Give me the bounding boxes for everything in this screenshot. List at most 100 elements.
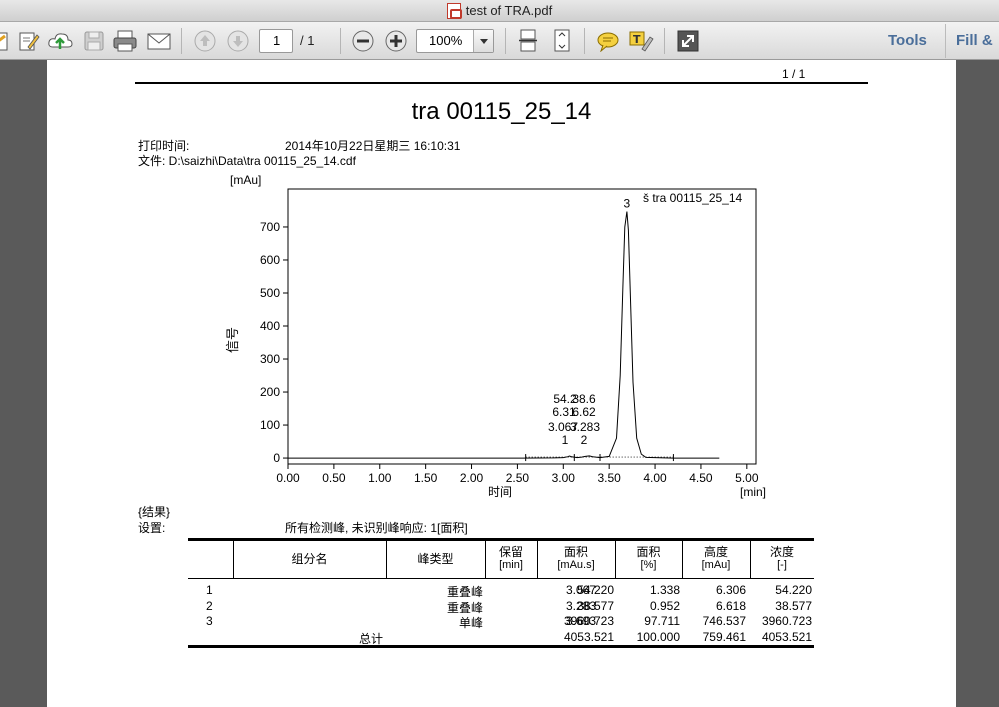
results-label: {结果} (138, 505, 171, 519)
row-cell: 6.618 (715, 598, 746, 613)
header-line1: 浓度 (769, 545, 794, 559)
peak-1-id: 1 (562, 433, 569, 447)
fit-page-icon[interactable] (548, 27, 576, 55)
row-cell: 54.220 (775, 583, 812, 597)
highlight-text-icon[interactable]: T (627, 27, 655, 55)
row-cell: 重叠峰 (446, 585, 483, 599)
total-label: 总计 (359, 631, 384, 646)
next-page-icon[interactable] (224, 27, 252, 55)
peak-3-id: 3 (624, 197, 631, 211)
fill-sign-pane-button[interactable]: Fill & (956, 32, 993, 49)
table-header-cell: 面积 [mAu.s] (537, 546, 615, 572)
y-tick-label: 700 (260, 220, 280, 234)
x-tick-label: 4.50 (689, 471, 713, 485)
y-tick-label: 500 (260, 286, 280, 300)
header-line1: 面积 (563, 545, 588, 559)
row-cell: 1.338 (649, 583, 680, 597)
toolbar: 1 / 1 100% T Tools Fill & (0, 22, 999, 60)
svg-text:T: T (633, 33, 641, 46)
table-bottom-rule (188, 645, 814, 648)
x-tick-label: 0.50 (322, 471, 346, 485)
pdf-file-icon (446, 2, 462, 19)
header-line1: 组分名 (291, 552, 328, 566)
y-tick-label: 600 (260, 253, 280, 267)
x-axis-unit: [min] (740, 485, 766, 499)
row-cell: 97.711 (644, 614, 680, 628)
x-tick-label: 2.00 (460, 471, 484, 485)
row-index: 2 (206, 598, 213, 613)
page-total-label: / 1 (300, 33, 315, 48)
cloud-upload-icon[interactable] (46, 27, 74, 55)
y-axis-label: 信号 (225, 327, 240, 353)
total-conc: 4053.521 (761, 629, 812, 644)
row-index: 3 (206, 614, 213, 628)
header-line1: 面积 (636, 545, 661, 559)
full-screen-icon[interactable] (674, 27, 702, 55)
peak-2-id: 2 (581, 433, 588, 447)
row-cell: 38.577 (775, 598, 812, 613)
zoom-in-icon[interactable] (382, 27, 410, 55)
x-tick-label: 3.00 (552, 471, 576, 485)
header-line2: [%] (640, 559, 657, 571)
peak-2-area: 38.6 (572, 392, 596, 406)
header-line2: [-] (777, 559, 787, 571)
table-header-cell: 保留 [min] (485, 546, 537, 572)
x-tick-label: 3.50 (597, 471, 621, 485)
header-line2: [mAu.s] (557, 559, 595, 571)
row-cell: 3960.723 (761, 614, 812, 628)
chevron-down-icon[interactable] (473, 30, 493, 52)
total-height: 759.461 (702, 629, 746, 644)
y-axis-unit: [mAu] (230, 173, 261, 187)
pdf-page: 1 / 1 tra 00115_25_14 打印时间: 2014年10月22日星… (47, 60, 956, 707)
print-icon[interactable] (111, 27, 139, 55)
header-line1: 高度 (703, 545, 728, 559)
table-header-cell: 面积 [%] (615, 546, 682, 572)
x-tick-label: 2.50 (506, 471, 530, 485)
table-header-rule (188, 578, 814, 579)
zoom-out-icon[interactable] (349, 27, 377, 55)
peak-2-height: 6.62 (572, 405, 596, 419)
table-header-cell: 浓度 [-] (750, 546, 814, 572)
y-tick-label: 100 (260, 418, 280, 432)
row-cell: 746.537 (702, 614, 746, 628)
row-cell: 0.952 (649, 598, 680, 613)
create-pdf-icon[interactable] (0, 27, 14, 55)
table-header-cell: 高度 [mAu] (682, 546, 750, 572)
total-area-pct: 100.000 (636, 629, 680, 644)
window-title-bar: test of TRA.pdf (0, 0, 999, 22)
x-tick-label: 1.00 (368, 471, 392, 485)
total-area: 4053.521 (563, 629, 614, 644)
chromatogram-series (288, 211, 720, 459)
zoom-level-select[interactable]: 100% (416, 29, 494, 53)
settings-label: 设置: (138, 521, 166, 535)
table-top-rule (188, 538, 814, 541)
y-tick-label: 400 (260, 319, 280, 333)
header-line1: 保留 (498, 545, 523, 559)
scrolling-mode-icon[interactable] (514, 27, 542, 55)
row-cell: 单峰 (458, 616, 483, 630)
email-icon[interactable] (145, 27, 173, 55)
tools-pane-button[interactable]: Tools (888, 32, 927, 49)
table-header-cell: 组分名 (233, 553, 386, 566)
previous-page-icon[interactable] (191, 27, 219, 55)
x-tick-label: 5.00 (735, 471, 759, 485)
row-cell: 38.577 (577, 598, 614, 613)
window-title: test of TRA.pdf (465, 3, 553, 18)
header-line2: [min] (499, 559, 523, 571)
page-number-input[interactable]: 1 (259, 29, 293, 53)
comment-icon[interactable] (594, 27, 622, 55)
x-axis-label: 时间 (488, 485, 512, 499)
save-icon[interactable] (80, 27, 108, 55)
y-tick-label: 200 (260, 385, 280, 399)
header-line1: 峰类型 (417, 552, 454, 566)
row-cell: 重叠峰 (446, 600, 483, 615)
legend-entry: š tra 00115_25_14 (643, 191, 743, 205)
header-line2: [mAu] (701, 559, 731, 571)
x-tick-label: 1.50 (414, 471, 438, 485)
row-cell: 3960.723 (563, 614, 614, 628)
edit-document-icon[interactable] (14, 27, 42, 55)
plot-frame (287, 188, 757, 465)
y-tick-label: 300 (260, 352, 280, 366)
settings-value: 所有检测峰, 未识别峰响应: 1[面积] (285, 521, 468, 535)
peak-2-rt: 3.283 (570, 420, 600, 434)
